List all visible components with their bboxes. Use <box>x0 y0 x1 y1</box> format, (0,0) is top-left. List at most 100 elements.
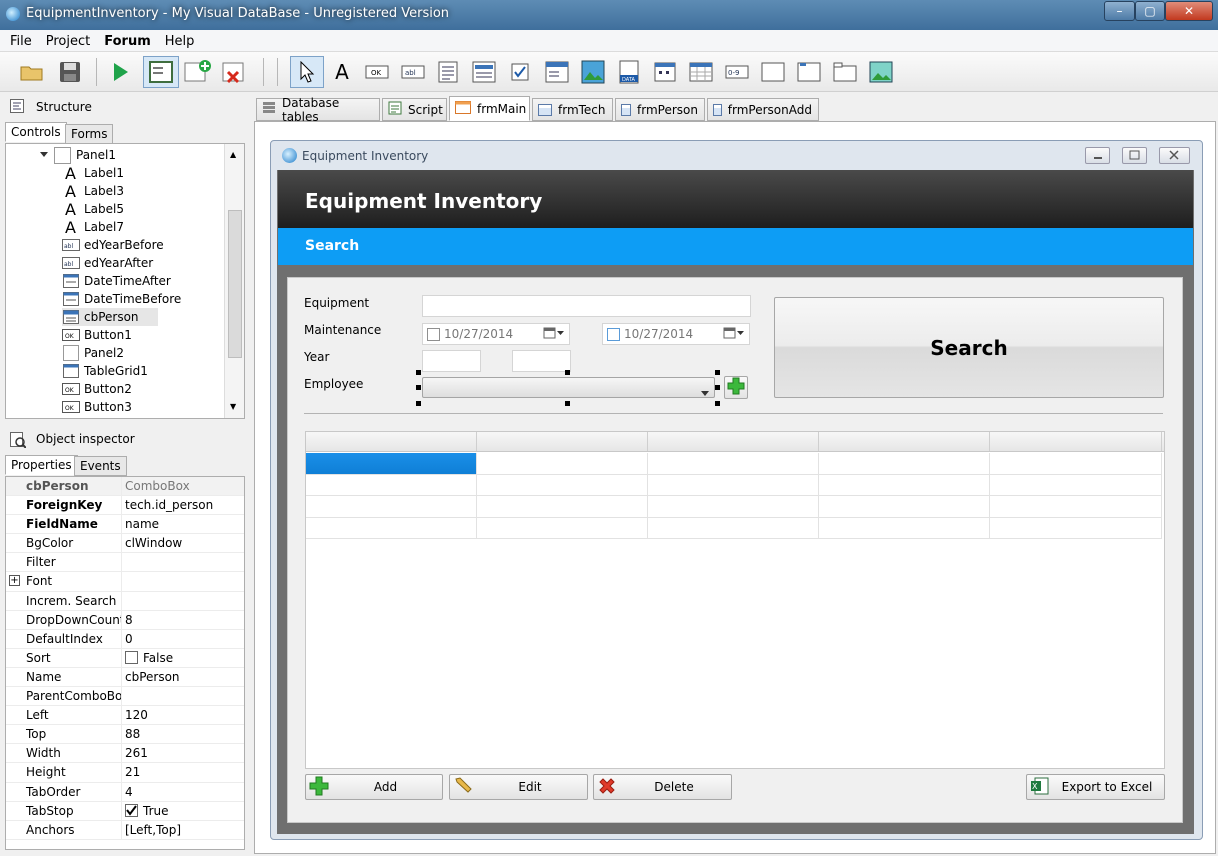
property-value[interactable]: False <box>122 649 173 667</box>
property-value[interactable] <box>122 553 125 571</box>
table-row[interactable] <box>306 496 1164 518</box>
form-designer-icon[interactable] <box>143 56 179 88</box>
tree-item[interactable]: DateTimeAfter <box>62 272 232 290</box>
property-row[interactable]: Width 261 <box>6 744 244 764</box>
tab-events[interactable]: Events <box>74 456 127 476</box>
selection-handle[interactable] <box>715 401 720 406</box>
selection-handle[interactable] <box>715 370 720 375</box>
tree-item[interactable]: A Label3 <box>62 182 232 200</box>
combobox-tool-icon[interactable] <box>543 58 571 86</box>
tab-frmtech[interactable]: frmTech <box>532 98 613 121</box>
tree-item[interactable]: OK Button2 <box>62 380 232 398</box>
table-cell[interactable] <box>648 517 819 539</box>
employee-combobox[interactable] <box>422 377 715 398</box>
property-row[interactable]: Top 88 <box>6 725 244 745</box>
tree-item[interactable]: abl edYearBefore <box>62 236 232 254</box>
date-before-picker[interactable]: 10/27/2014 <box>602 323 750 345</box>
property-row[interactable]: BgColor clWindow <box>6 534 244 554</box>
tab-frmpersonadd[interactable]: frmPersonAdd <box>707 98 819 121</box>
property-value[interactable]: [Left,Top] <box>122 821 181 839</box>
tree-item[interactable]: abl edYearAfter <box>62 254 232 272</box>
tree-item[interactable]: OK Button1 <box>62 326 232 344</box>
property-value[interactable]: clWindow <box>122 534 182 552</box>
tab-controls[interactable]: Controls <box>5 122 67 142</box>
property-row[interactable]: Height 21 <box>6 763 244 783</box>
property-row[interactable]: FieldName name <box>6 515 244 535</box>
property-row[interactable]: TabStop True <box>6 801 244 821</box>
tree-scrollbar[interactable]: ▲ ▼ <box>224 144 244 418</box>
table-cell[interactable] <box>477 517 648 539</box>
open-folder-icon[interactable] <box>18 58 46 86</box>
panel-tool-icon[interactable] <box>759 58 787 86</box>
table-cell[interactable] <box>990 496 1162 518</box>
property-value[interactable]: 4 <box>122 783 133 801</box>
export-excel-button[interactable]: X Export to Excel <box>1026 774 1165 800</box>
table-cell[interactable] <box>306 453 477 475</box>
delete-form-icon[interactable] <box>222 58 250 86</box>
tree-item[interactable]: TableGrid1 <box>62 362 232 380</box>
chevron-down-icon[interactable] <box>701 385 709 399</box>
column-header[interactable] <box>648 432 819 451</box>
collapse-arrow-icon[interactable] <box>39 148 49 162</box>
tab-database-tables[interactable]: Database tables <box>256 96 380 124</box>
property-value[interactable]: 0 <box>122 630 133 648</box>
run-icon[interactable] <box>106 58 134 86</box>
property-row[interactable]: TabOrder 4 <box>6 782 244 802</box>
results-table[interactable] <box>305 431 1165 769</box>
scroll-thumb[interactable] <box>228 210 242 358</box>
property-value[interactable]: 8 <box>122 611 133 629</box>
selection-handle[interactable] <box>565 370 570 375</box>
calendar-dropdown-icon[interactable] <box>543 327 565 342</box>
table-cell[interactable] <box>477 474 648 496</box>
table-cell[interactable] <box>819 453 990 475</box>
table-cell[interactable] <box>306 517 477 539</box>
scroll-up-icon[interactable]: ▲ <box>230 150 236 159</box>
tree-item[interactable]: DateTimeBefore <box>62 290 232 308</box>
column-header[interactable] <box>477 432 648 451</box>
property-row[interactable]: Filter <box>6 553 244 573</box>
property-value[interactable]: tech.id_person <box>122 496 213 514</box>
label-tool-icon[interactable]: A <box>328 58 356 86</box>
table-cell[interactable] <box>306 474 477 496</box>
tabsheet-tool-icon[interactable] <box>831 58 859 86</box>
property-value[interactable]: cbPerson <box>122 668 180 686</box>
tab-frmperson[interactable]: frmPerson <box>615 98 705 121</box>
menu-file[interactable]: File <box>0 30 39 49</box>
property-checkbox[interactable] <box>125 651 138 665</box>
property-checkbox[interactable] <box>125 804 138 818</box>
selection-handle[interactable] <box>715 385 720 390</box>
property-value[interactable] <box>122 592 125 610</box>
tree-item[interactable]: OK Button3 <box>62 398 232 416</box>
property-value[interactable] <box>122 687 125 705</box>
property-row[interactable]: Sort False <box>6 648 244 668</box>
menu-help[interactable]: Help <box>158 30 202 49</box>
table-cell[interactable] <box>648 496 819 518</box>
pointer-icon[interactable] <box>290 56 324 88</box>
property-row[interactable]: Anchors [Left,Top] <box>6 820 244 840</box>
checkbox-tool-icon[interactable] <box>506 58 534 86</box>
maximize-button[interactable]: ▢ <box>1135 1 1165 21</box>
property-value[interactable]: 88 <box>122 725 140 743</box>
column-header[interactable] <box>990 432 1162 451</box>
property-value[interactable]: name <box>122 515 159 533</box>
property-row[interactable]: Left 120 <box>6 706 244 726</box>
property-value[interactable]: True <box>122 802 169 820</box>
minimize-button[interactable]: – <box>1104 1 1135 21</box>
tree-item[interactable]: cbPerson <box>62 308 158 326</box>
add-person-button[interactable] <box>724 376 748 399</box>
menu-project[interactable]: Project <box>39 30 97 49</box>
column-header[interactable] <box>819 432 990 451</box>
table-cell[interactable] <box>990 474 1162 496</box>
form-close-button[interactable] <box>1159 147 1190 164</box>
table-cell[interactable] <box>306 496 477 518</box>
property-value[interactable]: 21 <box>122 763 140 781</box>
tree-item[interactable]: A Label7 <box>62 218 232 236</box>
add-form-icon[interactable] <box>184 58 212 86</box>
table-cell[interactable] <box>819 474 990 496</box>
column-header[interactable] <box>306 432 477 451</box>
table-cell[interactable] <box>819 517 990 539</box>
property-row[interactable]: + Font <box>6 572 244 592</box>
database-tool-icon[interactable]: DATA <box>615 58 643 86</box>
table-row[interactable] <box>306 453 1164 475</box>
groupbox-tool-icon[interactable] <box>795 58 823 86</box>
